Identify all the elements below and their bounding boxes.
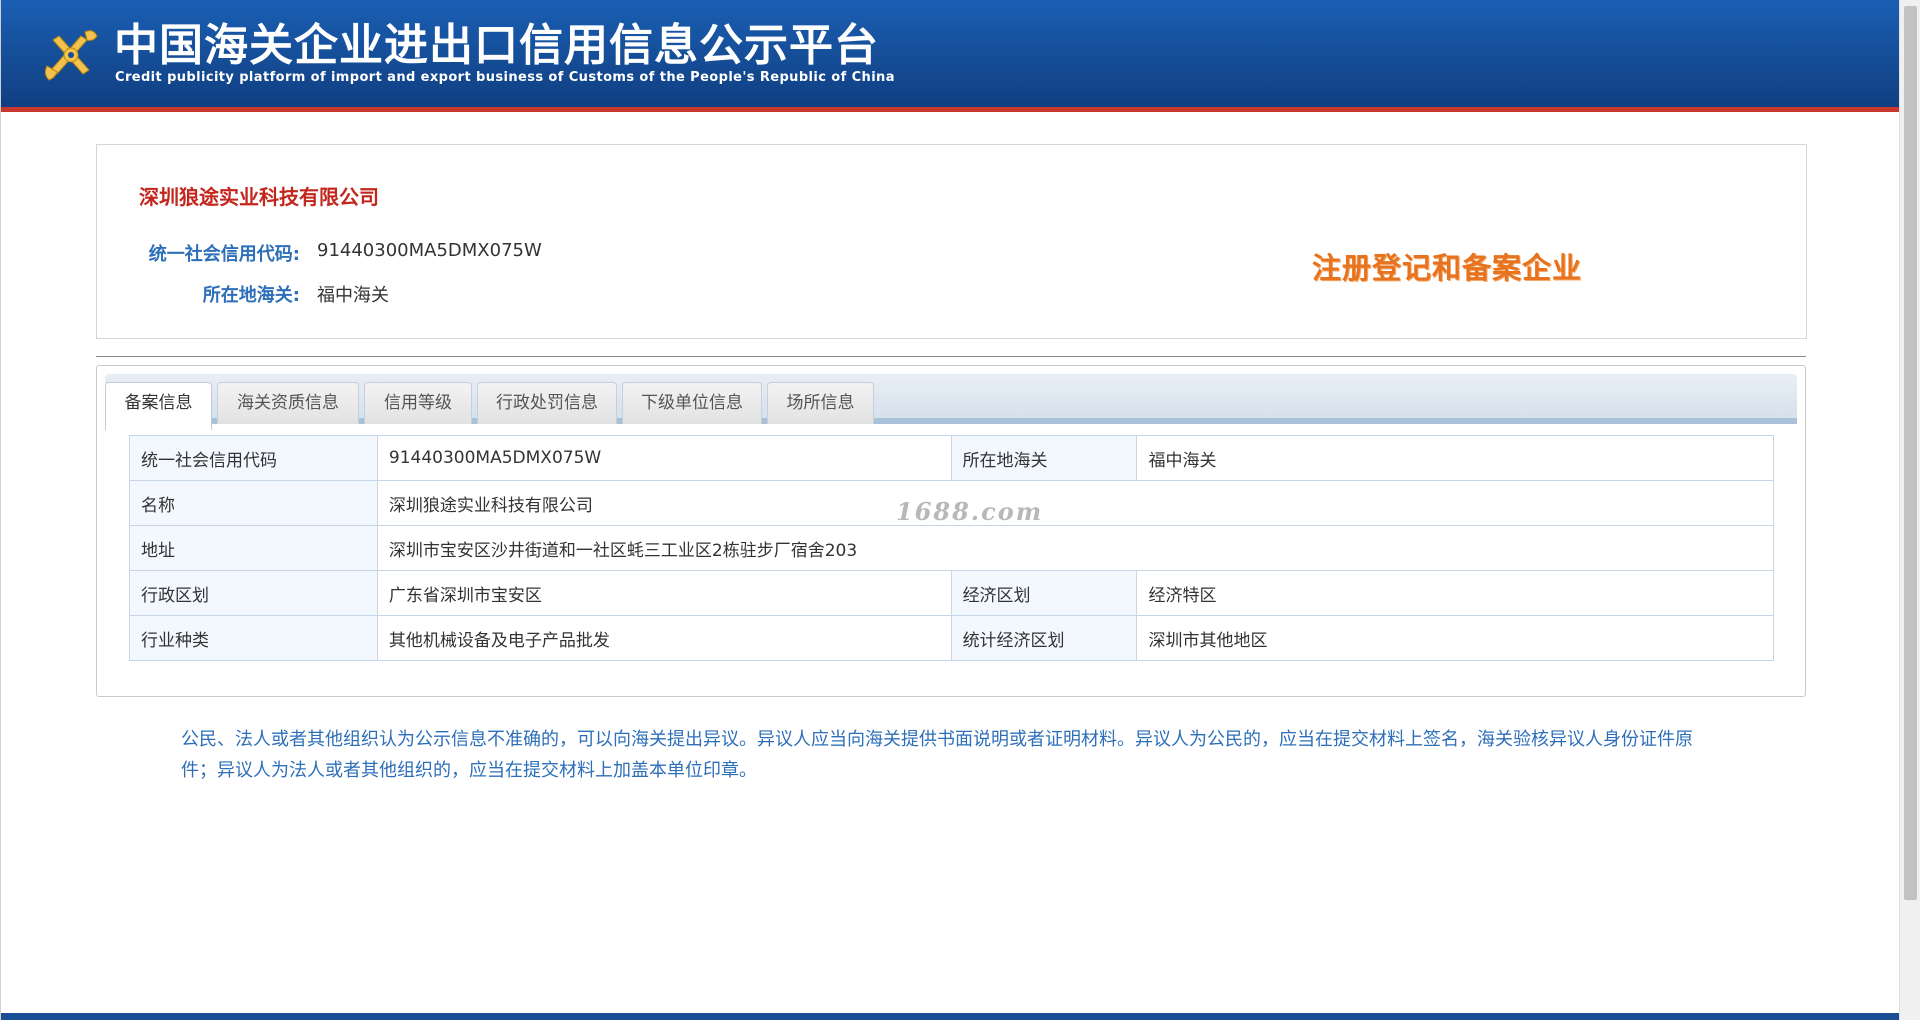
table-row: 统一社会信用代码 91440300MA5DMX075W 所在地海关 福中海关 [129,435,1774,481]
tab-credit-level[interactable]: 信用等级 [364,382,472,424]
table-row: 行业种类 其他机械设备及电子产品批发 统计经济区划 深圳市其他地区 [129,615,1774,661]
stat-zone-cell: 深圳市其他地区 [1136,615,1774,661]
admin-division-cell: 广东省深圳市宝安区 [376,570,952,616]
customs-label: 所在地海关: [202,285,300,306]
economic-zone-cell: 经济特区 [1136,570,1774,616]
name-cell: 深圳狼途实业科技有限公司 [376,480,1775,526]
site-header: 中国海关企业进出口信用信息公示平台 Credit publicity platf… [1,0,1899,112]
company-name: 深圳狼途实业科技有限公司 [139,185,379,209]
tab-record-info[interactable]: 备案信息 [105,382,212,430]
record-tab-panel: 备案信息 海关资质信息 信用等级 行政处罚信息 下级单位信息 场所信息 统一社会… [96,365,1806,697]
site-title: 中国海关企业进出口信用信息公示平台 [114,20,879,71]
scrollbar-thumb[interactable] [1904,6,1917,900]
customs-value: 福中海关 [317,285,389,306]
credit-code-cell: 91440300MA5DMX075W [376,435,952,481]
table-row: 行政区划 广东省深圳市宝安区 经济区划 经济特区 [129,570,1774,616]
credit-code-key: 统一社会信用代码 [129,435,378,481]
record-table: 统一社会信用代码 91440300MA5DMX075W 所在地海关 福中海关 名… [129,435,1775,661]
objection-notice: 公民、法人或者其他组织认为公示信息不准确的，可以向海关提出异议。异议人应当向海关… [181,729,1693,781]
industry-cell: 其他机械设备及电子产品批发 [376,615,952,661]
customs-cell: 福中海关 [1136,435,1774,481]
customs-key: 所在地海关 [950,435,1138,481]
vertical-scrollbar[interactable] [1899,0,1920,1020]
address-key: 地址 [129,525,378,571]
admin-division-key: 行政区划 [129,570,378,616]
credit-code-value: 91440300MA5DMX075W [317,240,542,261]
name-key: 名称 [129,480,378,526]
company-summary-card: 深圳狼途实业科技有限公司 统一社会信用代码: 91440300MA5DMX075… [96,144,1807,339]
industry-key: 行业种类 [129,615,378,661]
status-badge: 注册登记和备案企业 [1312,251,1583,285]
watermark: 1688.com [896,497,1044,526]
footer-bar [1,1013,1899,1020]
tab-admin-penalty[interactable]: 行政处罚信息 [477,382,617,424]
tab-premises-info[interactable]: 场所信息 [767,382,874,424]
tab-subordinate-units[interactable]: 下级单位信息 [622,382,762,424]
economic-zone-key: 经济区划 [950,570,1138,616]
credit-code-label: 统一社会信用代码: [148,244,300,265]
stat-zone-key: 统计经济区划 [950,615,1138,661]
address-cell: 深圳市宝安区沙井街道和一社区蚝三工业区2栋驻步厂宿舍203 [376,525,1775,571]
table-row: 地址 深圳市宝安区沙井街道和一社区蚝三工业区2栋驻步厂宿舍203 [129,525,1775,571]
page: 中国海关企业进出口信用信息公示平台 Credit publicity platf… [0,0,1920,1020]
tab-customs-qualification[interactable]: 海关资质信息 [217,382,359,424]
customs-emblem-icon [44,30,98,81]
section-divider [96,356,1806,357]
tab-bar: 备案信息 海关资质信息 信用等级 行政处罚信息 下级单位信息 场所信息 [105,374,1797,430]
site-subtitle: Credit publicity platform of import and … [115,70,895,85]
